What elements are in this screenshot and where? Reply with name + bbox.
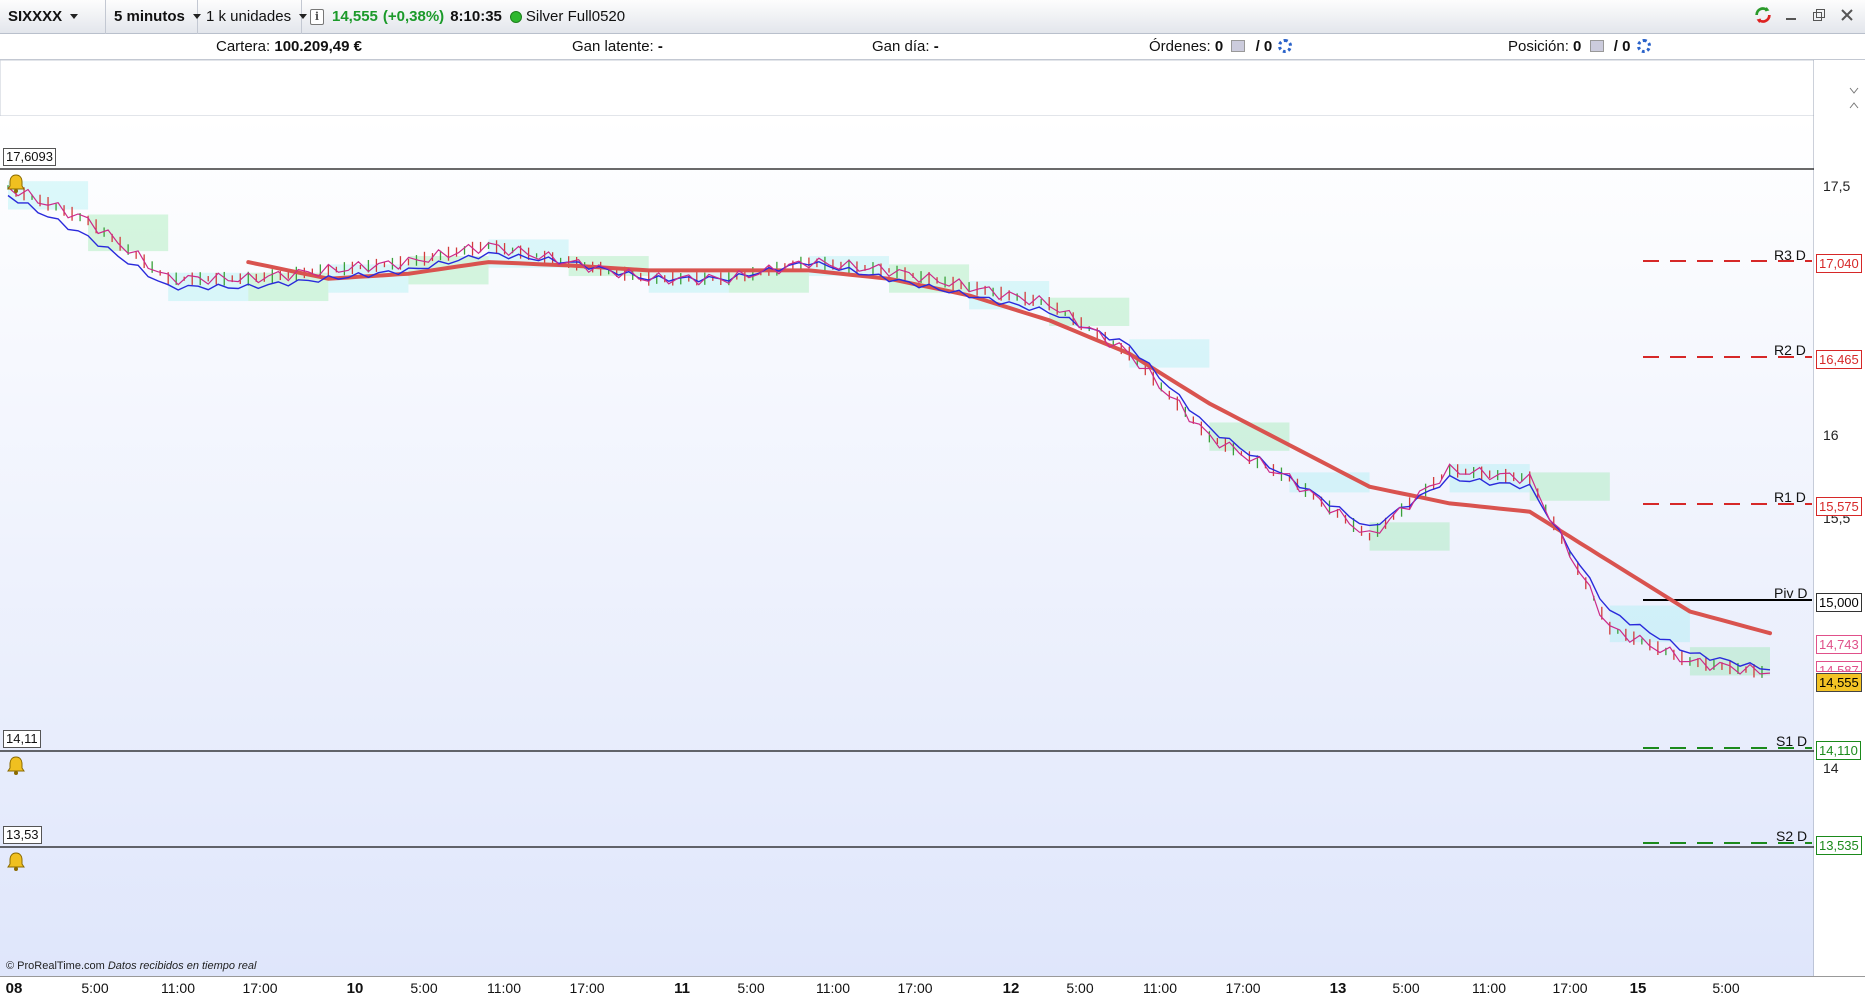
time-axis-label: 5:00: [410, 980, 438, 996]
quote-info: i 14,555 (+0,38%) 8:10:35 Silver Full052…: [302, 0, 633, 34]
time-axis-day-label: 10: [346, 980, 364, 997]
last-price: 14,555: [332, 8, 378, 25]
minimize-icon[interactable]: [1781, 4, 1801, 26]
restore-icon[interactable]: [1809, 4, 1829, 26]
time-axis-label: 5:00: [1066, 980, 1094, 996]
connection-status-icon: [509, 10, 522, 23]
posicion-value: 0: [1573, 38, 1582, 55]
alert-low-1-label: 14,11: [3, 730, 41, 748]
y-tick: 14: [1823, 760, 1839, 776]
account-name: Silver Full0520: [525, 8, 626, 25]
ordenes-label: Órdenes:: [1149, 38, 1211, 55]
pivot-r2-value: 16,465: [1816, 350, 1862, 369]
cloud-segment: [1609, 605, 1690, 643]
gan-dia-label: Gan día:: [872, 38, 930, 55]
pivot-s1-label: S1 D: [1776, 733, 1808, 749]
time-axis-label: 17:00: [1552, 980, 1588, 996]
account-bar: Cartera: 100.209,49 € Gan latente: - Gan…: [0, 34, 1865, 60]
pivot-value: 15,000: [1816, 593, 1862, 612]
footer-copyright: © ProRealTime.com: [6, 960, 105, 972]
gear-icon[interactable]: [1636, 39, 1651, 53]
gan-latente: Gan latente: -: [572, 38, 663, 55]
alert-low-2-label: 13,53: [3, 826, 42, 844]
time-axis[interactable]: 08 5:00 11:00 17:00 10 5:00 11:00 17:00 11 5:00 11…: [0, 976, 1865, 1000]
ordenes[interactable]: Órdenes: 0 / 0: [1149, 38, 1293, 55]
toolbar: SIXXXX 5 minutos 1 k unidades i 14,555 (…: [0, 0, 1865, 34]
ordenes-value: 0: [1214, 38, 1224, 55]
bell-icon[interactable]: [5, 754, 27, 776]
time-axis-day-label: 12: [1002, 980, 1020, 997]
gan-dia-value: -: [933, 38, 939, 55]
time-axis-label: 17:00: [897, 980, 933, 996]
orders-icon[interactable]: [1231, 40, 1246, 52]
y-tick: 16: [1823, 427, 1839, 443]
price-chart[interactable]: [0, 60, 1865, 976]
time-axis-label: 5:00: [1712, 980, 1740, 996]
time-axis-day-label: 11: [674, 980, 690, 997]
gan-latente-value: -: [657, 38, 663, 55]
time-axis-label: 11:00: [1143, 980, 1177, 996]
pivot-label: Piv D: [1774, 585, 1808, 601]
footer-realtime: Datos recibidos en tiempo real: [107, 960, 257, 972]
time-axis-label: 11:00: [161, 980, 195, 996]
quote-time: 8:10:35: [450, 8, 502, 25]
chevron-down-icon: [70, 14, 79, 19]
time-axis-day-label: 08: [5, 980, 23, 997]
cartera-label: Cartera:: [216, 38, 271, 55]
refresh-icon[interactable]: [1753, 4, 1773, 26]
posicion[interactable]: Posición: 0 / 0: [1508, 38, 1651, 55]
cloud-segment: [1529, 472, 1610, 501]
time-axis-label: 5:00: [1392, 980, 1420, 996]
pivot-s1-value: 14,110: [1816, 741, 1861, 760]
instrument-label: SIXXXX: [8, 8, 63, 25]
gan-dia: Gan día: -: [872, 38, 939, 55]
last-price-tag: 14,555: [1816, 673, 1862, 692]
quantity-selector[interactable]: 1 k unidades: [198, 0, 308, 34]
posicion-label: Posición:: [1508, 38, 1569, 55]
positions-icon[interactable]: [1589, 40, 1604, 52]
footer-note: © ProRealTime.com Datos recibidos en tie…: [6, 960, 256, 972]
time-axis-day-label: 13: [1329, 980, 1347, 997]
time-axis-label: 5:00: [737, 980, 765, 996]
bell-icon[interactable]: [5, 172, 27, 194]
close-icon[interactable]: [1837, 4, 1857, 26]
fast-value-tag: 14,587: [1816, 661, 1862, 672]
pivot-r2-label: R2 D: [1774, 342, 1806, 358]
y-tick: 17,5: [1823, 178, 1851, 194]
time-axis-label: 5:00: [81, 980, 109, 996]
pivot-r1-label: R1 D: [1774, 489, 1806, 505]
pivot-s2-value: 13,535: [1816, 836, 1862, 855]
chart-area[interactable]: 17,6093 14,11 13,53 17,5 16 15,5 14 R3 D…: [0, 60, 1865, 986]
pivot-s2-label: S2 D: [1776, 828, 1808, 844]
time-axis-label: 17:00: [1225, 980, 1261, 996]
quantity-label: 1 k unidades: [206, 8, 292, 25]
time-axis-label: 11:00: [816, 980, 850, 996]
posicion-value-2: / 0: [1613, 38, 1631, 55]
gear-icon[interactable]: [1278, 39, 1293, 53]
pivot-r1-value: 15,575: [1816, 497, 1862, 516]
instrument-selector[interactable]: SIXXXX: [0, 0, 106, 34]
ordenes-value-2: / 0: [1255, 38, 1273, 55]
pivot-r3-label: R3 D: [1774, 247, 1806, 263]
pivot-r3-value: 17,040: [1816, 254, 1862, 273]
time-axis-label: 17:00: [569, 980, 605, 996]
price-change: (+0,38%): [382, 8, 445, 25]
time-axis-day-label: 15: [1629, 980, 1647, 997]
sma-value-tag: 14,743: [1816, 635, 1862, 654]
bell-icon[interactable]: [5, 850, 27, 872]
time-axis-label: 11:00: [487, 980, 521, 996]
info-icon[interactable]: i: [310, 8, 324, 25]
timeframe-label: 5 minutos: [114, 8, 185, 25]
timeframe-selector[interactable]: 5 minutos: [106, 0, 201, 34]
time-axis-label: 17:00: [242, 980, 278, 996]
cartera: Cartera: 100.209,49 €: [216, 38, 362, 55]
cloud-segment: [1369, 522, 1450, 551]
cartera-value: 100.209,49 €: [274, 38, 362, 55]
time-axis-label: 11:00: [1472, 980, 1506, 996]
gan-latente-label: Gan latente:: [572, 38, 654, 55]
price-max-label: 17,6093: [3, 148, 56, 166]
window-controls: [1753, 4, 1857, 26]
